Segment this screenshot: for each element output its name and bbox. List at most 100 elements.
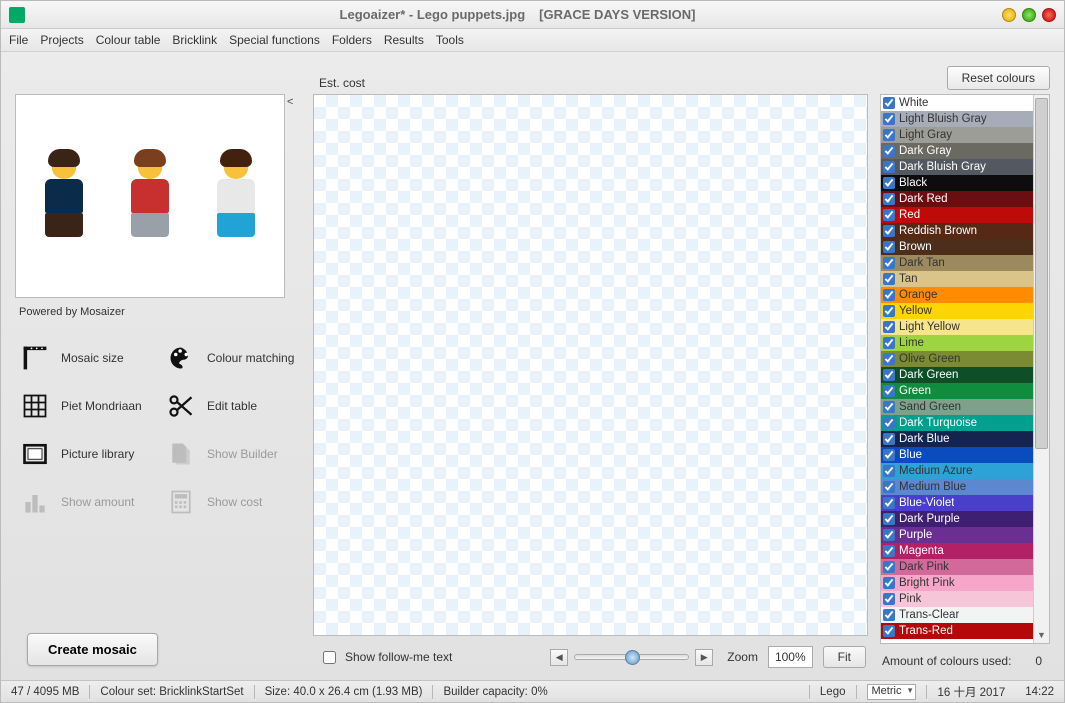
colour-checkbox[interactable]	[883, 241, 895, 253]
tool-picture-library[interactable]: Picture library	[15, 430, 161, 478]
colour-row-medium-azure[interactable]: Medium Azure	[881, 463, 1049, 479]
zoom-step-right[interactable]: ▶	[695, 649, 713, 666]
colour-row-dark-pink[interactable]: Dark Pink	[881, 559, 1049, 575]
zoom-slider[interactable]	[574, 654, 689, 660]
colour-row-dark-tan[interactable]: Dark Tan	[881, 255, 1049, 271]
tool-piet-mondriaan[interactable]: Piet Mondriaan	[15, 382, 161, 430]
colour-row-tan[interactable]: Tan	[881, 271, 1049, 287]
zoom-value[interactable]: 100%	[768, 646, 813, 668]
minimize-button[interactable]	[1002, 8, 1016, 22]
menu-colour-table[interactable]: Colour table	[96, 33, 161, 47]
colour-row-black[interactable]: Black	[881, 175, 1049, 191]
colour-checkbox[interactable]	[883, 481, 895, 493]
colour-row-trans-clear[interactable]: Trans-Clear	[881, 607, 1049, 623]
colour-row-lime[interactable]: Lime	[881, 335, 1049, 351]
menu-projects[interactable]: Projects	[40, 33, 83, 47]
colour-checkbox[interactable]	[883, 401, 895, 413]
colour-checkbox[interactable]	[883, 97, 895, 109]
colour-list[interactable]: WhiteLight Bluish GrayLight GrayDark Gra…	[881, 95, 1049, 643]
colour-checkbox[interactable]	[883, 161, 895, 173]
colour-checkbox[interactable]	[883, 593, 895, 605]
source-image-thumbnail[interactable]	[15, 94, 285, 298]
colour-checkbox[interactable]	[883, 465, 895, 477]
colour-checkbox[interactable]	[883, 513, 895, 525]
menu-special-functions[interactable]: Special functions	[229, 33, 320, 47]
colour-checkbox[interactable]	[883, 129, 895, 141]
colour-row-light-bluish-gray[interactable]: Light Bluish Gray	[881, 111, 1049, 127]
colour-checkbox[interactable]	[883, 305, 895, 317]
colour-checkbox[interactable]	[883, 177, 895, 189]
colour-row-pink[interactable]: Pink	[881, 591, 1049, 607]
scrollbar-thumb[interactable]	[1035, 98, 1048, 449]
colour-checkbox[interactable]	[883, 321, 895, 333]
colour-checkbox[interactable]	[883, 417, 895, 429]
colour-row-brown[interactable]: Brown	[881, 239, 1049, 255]
create-mosaic-button[interactable]: Create mosaic	[27, 633, 158, 666]
mosaic-canvas[interactable]	[313, 94, 868, 636]
menu-tools[interactable]: Tools	[436, 33, 464, 47]
colour-checkbox[interactable]	[883, 289, 895, 301]
colour-row-dark-turquoise[interactable]: Dark Turquoise	[881, 415, 1049, 431]
colour-checkbox[interactable]	[883, 273, 895, 285]
colour-row-dark-gray[interactable]: Dark Gray	[881, 143, 1049, 159]
status-unit[interactable]: Metric	[857, 681, 927, 702]
colour-checkbox[interactable]	[883, 113, 895, 125]
close-button[interactable]	[1042, 8, 1056, 22]
colour-checkbox[interactable]	[883, 337, 895, 349]
colour-checkbox[interactable]	[883, 609, 895, 621]
collapse-handle[interactable]: <	[287, 96, 293, 108]
colour-row-orange[interactable]: Orange	[881, 287, 1049, 303]
colour-checkbox[interactable]	[883, 209, 895, 221]
colour-row-bright-pink[interactable]: Bright Pink	[881, 575, 1049, 591]
colour-row-sand-green[interactable]: Sand Green	[881, 399, 1049, 415]
colour-row-magenta[interactable]: Magenta	[881, 543, 1049, 559]
colour-row-medium-blue[interactable]: Medium Blue	[881, 479, 1049, 495]
colour-checkbox[interactable]	[883, 193, 895, 205]
colour-row-dark-red[interactable]: Dark Red	[881, 191, 1049, 207]
colour-checkbox[interactable]	[883, 625, 895, 637]
fit-button[interactable]: Fit	[823, 646, 866, 668]
colour-row-dark-green[interactable]: Dark Green	[881, 367, 1049, 383]
colour-checkbox[interactable]	[883, 449, 895, 461]
colour-checkbox[interactable]	[883, 385, 895, 397]
colour-row-purple[interactable]: Purple	[881, 527, 1049, 543]
colour-row-light-gray[interactable]: Light Gray	[881, 127, 1049, 143]
colour-row-dark-blue[interactable]: Dark Blue	[881, 431, 1049, 447]
zoom-step-left[interactable]: ◀	[550, 649, 568, 666]
scroll-down-icon[interactable]: ▼	[1034, 627, 1049, 643]
colour-checkbox[interactable]	[883, 353, 895, 365]
colour-checkbox[interactable]	[883, 545, 895, 557]
colour-row-green[interactable]: Green	[881, 383, 1049, 399]
colour-scrollbar[interactable]: ▲ ▼	[1033, 95, 1049, 643]
menu-bricklink[interactable]: Bricklink	[172, 33, 217, 47]
reset-colours-button[interactable]: Reset colours	[947, 66, 1050, 90]
colour-checkbox[interactable]	[883, 369, 895, 381]
colour-row-olive-green[interactable]: Olive Green	[881, 351, 1049, 367]
maximize-button[interactable]	[1022, 8, 1036, 22]
colour-checkbox[interactable]	[883, 257, 895, 269]
follow-me-checkbox[interactable]: Show follow-me text	[319, 648, 452, 667]
tool-colour-matching[interactable]: Colour matching	[161, 334, 307, 382]
colour-row-white[interactable]: White	[881, 95, 1049, 111]
colour-row-light-yellow[interactable]: Light Yellow	[881, 319, 1049, 335]
colour-checkbox[interactable]	[883, 497, 895, 509]
tool-mosaic-size[interactable]: Mosaic size	[15, 334, 161, 382]
menu-file[interactable]: File	[9, 33, 28, 47]
follow-me-input[interactable]	[323, 651, 336, 664]
colour-row-trans-red[interactable]: Trans-Red	[881, 623, 1049, 639]
colour-row-blue[interactable]: Blue	[881, 447, 1049, 463]
colour-row-dark-purple[interactable]: Dark Purple	[881, 511, 1049, 527]
colour-checkbox[interactable]	[883, 433, 895, 445]
colour-checkbox[interactable]	[883, 529, 895, 541]
colour-row-blue-violet[interactable]: Blue-Violet	[881, 495, 1049, 511]
colour-row-reddish-brown[interactable]: Reddish Brown	[881, 223, 1049, 239]
zoom-slider-thumb[interactable]	[625, 650, 640, 665]
menu-folders[interactable]: Folders	[332, 33, 372, 47]
colour-checkbox[interactable]	[883, 225, 895, 237]
menu-results[interactable]: Results	[384, 33, 424, 47]
colour-row-red[interactable]: Red	[881, 207, 1049, 223]
colour-row-dark-bluish-gray[interactable]: Dark Bluish Gray	[881, 159, 1049, 175]
colour-row-yellow[interactable]: Yellow	[881, 303, 1049, 319]
colour-checkbox[interactable]	[883, 561, 895, 573]
colour-checkbox[interactable]	[883, 145, 895, 157]
